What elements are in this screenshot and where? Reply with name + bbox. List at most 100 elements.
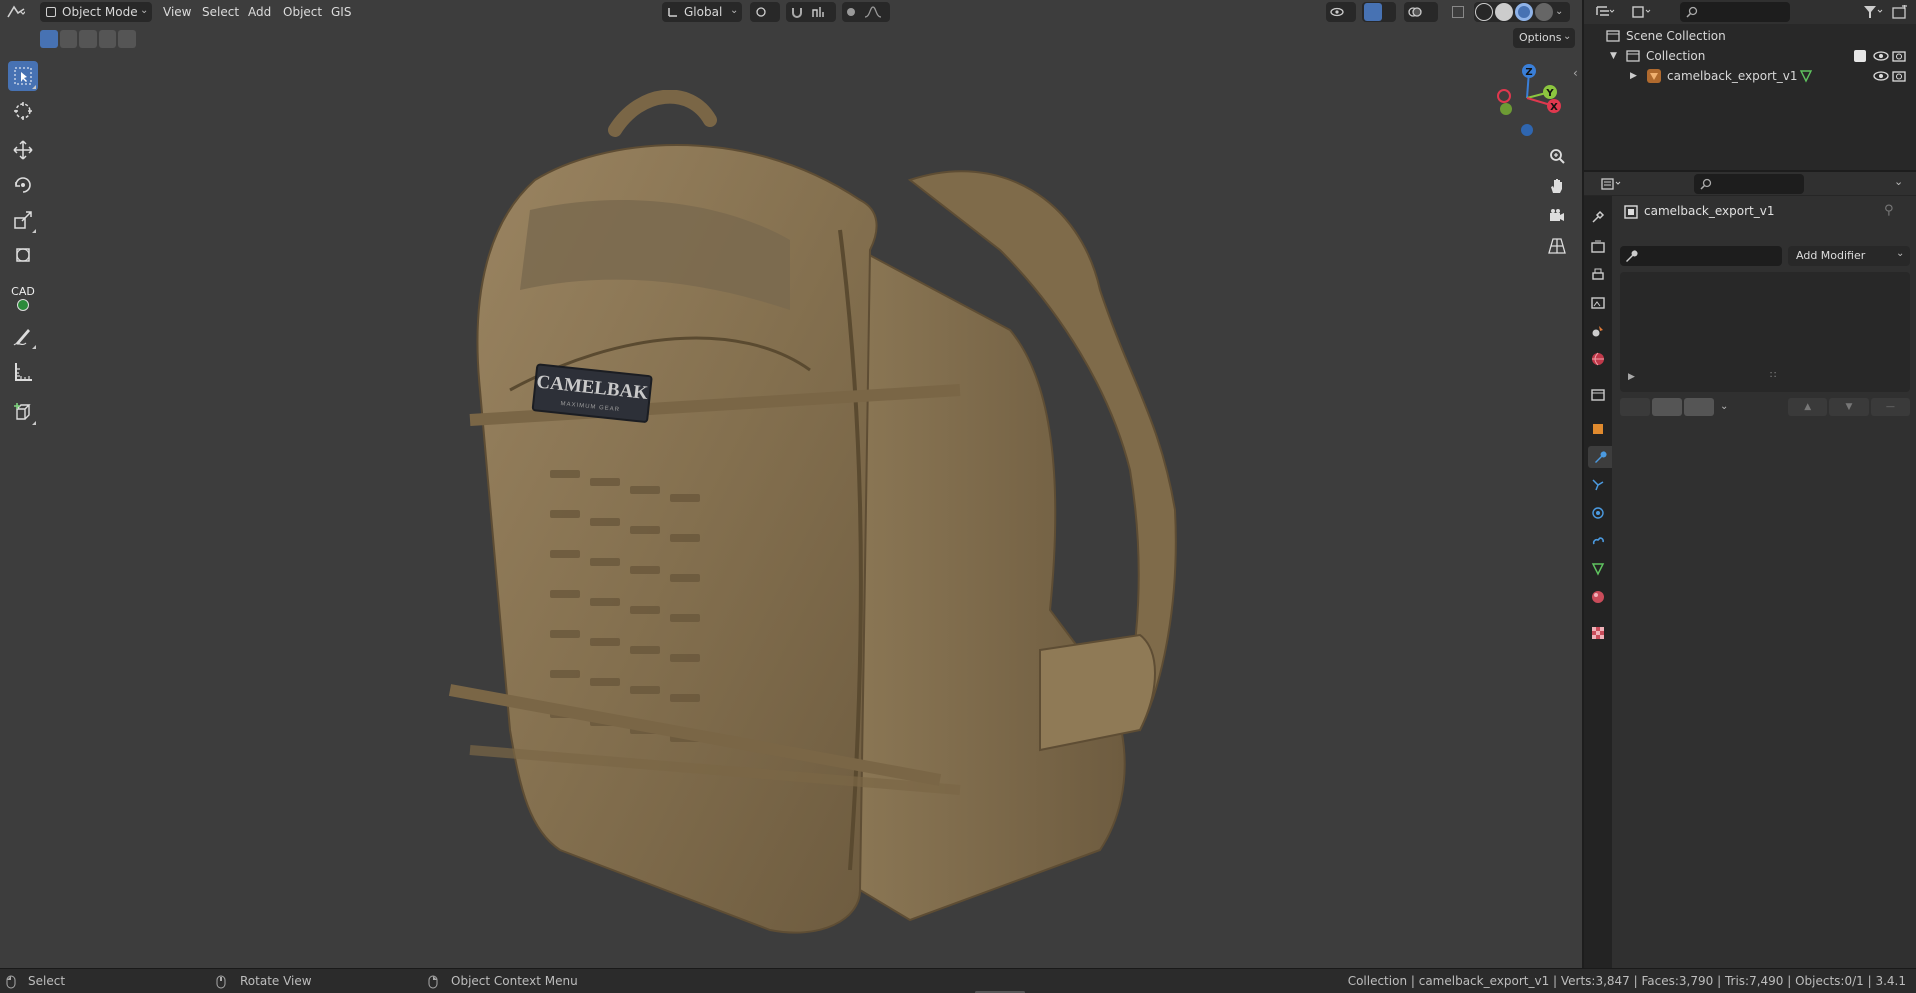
outliner-row-object[interactable]: ▶ camelback_export_v1: [1584, 66, 1916, 86]
menu-select[interactable]: Select: [202, 0, 239, 24]
backpack-model[interactable]: CAMELBAK MAXIMUM GEAR: [440, 90, 1180, 940]
properties-editor-type[interactable]: [1596, 174, 1626, 194]
tab-world[interactable]: [1588, 348, 1608, 370]
navigation-gizmo[interactable]: Z Y X: [1490, 60, 1564, 140]
selection-mode-group: [40, 30, 136, 48]
rotate-tool[interactable]: [8, 170, 38, 200]
camera-render-icon[interactable]: [1892, 69, 1906, 83]
pin-icon[interactable]: ⚲: [1884, 203, 1894, 218]
options-label: Options: [1519, 31, 1562, 44]
mesh-data-icon[interactable]: [1799, 69, 1813, 83]
orientation-label: Global: [684, 5, 723, 19]
tab-physics[interactable]: [1588, 502, 1608, 524]
select-intersect-icon[interactable]: [118, 30, 136, 48]
tab-view-layer[interactable]: [1588, 292, 1608, 314]
menu-gis[interactable]: GIS: [331, 0, 351, 24]
tab-particles[interactable]: [1588, 474, 1608, 496]
tab-tool[interactable]: [1588, 206, 1608, 228]
disclosure-triangle-down-icon[interactable]: ▼: [1610, 46, 1617, 66]
menu-add[interactable]: Add: [248, 0, 271, 24]
move-tool[interactable]: [8, 135, 38, 165]
add-modifier-dropdown[interactable]: Add Modifier ⌄: [1788, 246, 1910, 266]
modifier-link-icon[interactable]: [1620, 398, 1650, 416]
outliner-row-scene-collection[interactable]: Scene Collection: [1584, 26, 1916, 46]
tab-output[interactable]: [1588, 264, 1608, 286]
chevron-down-icon[interactable]: ⌄: [1716, 398, 1728, 418]
outliner-editor-type[interactable]: [1590, 2, 1620, 22]
tab-scene[interactable]: [1588, 320, 1608, 342]
neg-y-axis-icon[interactable]: [1500, 103, 1512, 115]
selectability-visibility-dropdown[interactable]: [1326, 2, 1356, 22]
tab-collection[interactable]: [1588, 384, 1608, 406]
display-mode-dropdown[interactable]: [1626, 2, 1656, 22]
select-box-tool[interactable]: [8, 61, 38, 91]
sidebar-toggle-chevron-icon[interactable]: ‹: [1573, 66, 1578, 80]
cad-tool[interactable]: CAD: [8, 283, 38, 313]
mode-dropdown[interactable]: Object Mode ⌄: [40, 2, 152, 22]
outliner-row-collection[interactable]: ▼ Collection: [1584, 46, 1916, 66]
remove-icon[interactable]: —: [1870, 398, 1910, 416]
gizmo-toggle[interactable]: [1362, 2, 1396, 22]
measure-tool[interactable]: [8, 357, 38, 387]
xray-toggle[interactable]: [1448, 2, 1468, 22]
transform-tool[interactable]: [8, 240, 38, 270]
options-dropdown[interactable]: Options ⌄: [1513, 28, 1575, 48]
solid-shading-icon[interactable]: [1495, 3, 1513, 21]
tab-material[interactable]: [1588, 586, 1608, 608]
neg-x-axis-icon[interactable]: [1497, 89, 1511, 103]
proportional-editing-group[interactable]: [842, 2, 890, 22]
chevron-down-icon: ⌄: [1896, 248, 1905, 259]
eye-cursor-icon: [1330, 7, 1344, 17]
modifier-search-input[interactable]: [1620, 246, 1782, 266]
3d-viewport[interactable]: CAMELBAK MAXIMUM GEAR Object Mode ⌄ View…: [0, 0, 1582, 968]
panel-expand-icon[interactable]: ▶: [1628, 372, 1635, 382]
perspective-toggle-button[interactable]: [1545, 234, 1569, 258]
tab-object[interactable]: [1588, 418, 1608, 440]
new-collection-button[interactable]: [1890, 2, 1910, 22]
select-new-icon[interactable]: [40, 30, 58, 48]
snapping-group[interactable]: [786, 2, 836, 22]
tab-data[interactable]: [1588, 558, 1608, 580]
move-down-icon[interactable]: ▼: [1829, 398, 1869, 416]
add-cube-tool[interactable]: [8, 397, 38, 427]
annotate-tool[interactable]: [8, 321, 38, 351]
eye-icon[interactable]: [1873, 70, 1889, 82]
modifier-stack-area[interactable]: ▶ ∷: [1620, 272, 1910, 392]
move-up-icon[interactable]: ▲: [1788, 398, 1828, 416]
select-extend-icon[interactable]: [59, 30, 78, 48]
pivot-point-dropdown[interactable]: [750, 2, 780, 22]
pan-view-button[interactable]: [1545, 174, 1569, 198]
overlays-toggle[interactable]: [1404, 2, 1438, 22]
apply-modifier-icon[interactable]: [1652, 398, 1682, 416]
transform-orientation-dropdown[interactable]: Global ⌄: [662, 2, 742, 22]
exclude-checkbox[interactable]: [1854, 50, 1866, 62]
properties-search-input[interactable]: [1694, 174, 1804, 194]
select-subtract-icon[interactable]: [79, 30, 97, 48]
y-axis-label: Y: [1545, 88, 1554, 99]
menu-object[interactable]: Object: [283, 0, 322, 24]
tab-constraints[interactable]: [1588, 530, 1608, 552]
resize-grip-icon[interactable]: ∷: [1770, 370, 1776, 381]
scale-tool[interactable]: [8, 205, 38, 235]
remove-modifier-icon[interactable]: [1684, 398, 1714, 416]
eye-icon[interactable]: [1873, 50, 1889, 62]
editor-type-button[interactable]: [6, 2, 26, 22]
rendered-shading-icon[interactable]: [1535, 3, 1553, 21]
select-invert-icon[interactable]: [98, 30, 117, 48]
cursor-tool[interactable]: [8, 96, 38, 126]
camera-view-button[interactable]: [1545, 204, 1569, 228]
filter-dropdown[interactable]: [1858, 2, 1888, 22]
neg-z-axis-icon[interactable]: [1521, 124, 1533, 136]
disclosure-triangle-right-icon[interactable]: ▶: [1630, 66, 1637, 86]
chevron-down-icon[interactable]: ⌄: [1894, 175, 1903, 188]
menu-view[interactable]: View: [163, 0, 191, 24]
grid-perspective-icon: [1548, 238, 1566, 254]
wireframe-shading-icon[interactable]: [1475, 3, 1493, 21]
tab-texture[interactable]: [1588, 622, 1608, 644]
zoom-view-button[interactable]: [1545, 144, 1569, 168]
material-preview-icon[interactable]: [1515, 3, 1533, 21]
tab-modifiers[interactable]: [1588, 446, 1612, 468]
outliner-search-input[interactable]: [1680, 2, 1790, 22]
camera-render-icon[interactable]: [1892, 49, 1906, 63]
tab-render[interactable]: [1588, 236, 1608, 258]
